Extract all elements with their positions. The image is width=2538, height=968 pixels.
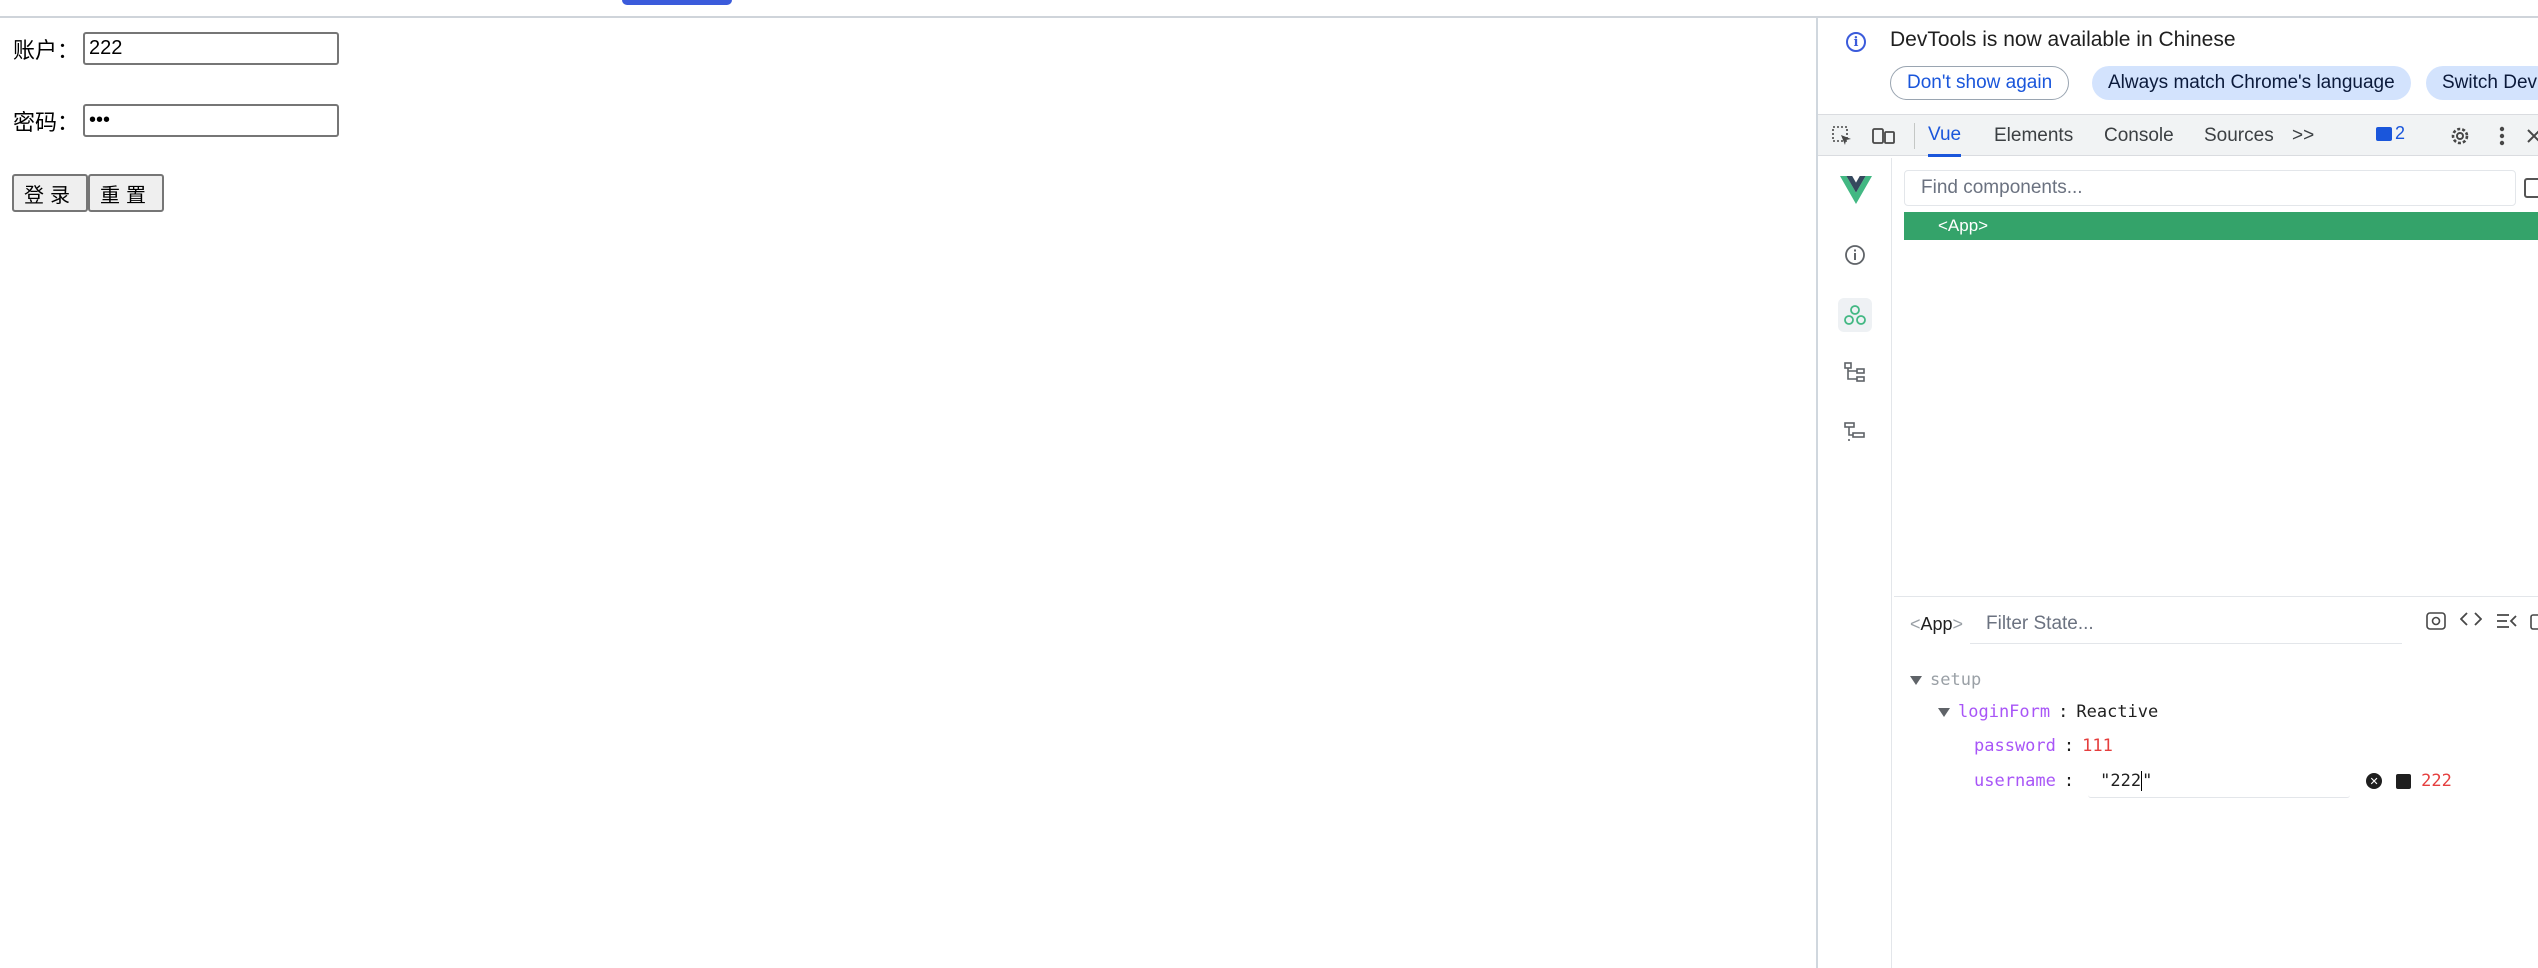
- tab-vue[interactable]: Vue: [1928, 115, 1962, 157]
- state-edit-input[interactable]: "222 ": [2088, 764, 2351, 798]
- state-edit-text: "222: [2100, 770, 2142, 791]
- app-info-icon[interactable]: [1838, 238, 1872, 272]
- selected-component-name: App: [1920, 614, 1953, 634]
- save-edit-icon[interactable]: [2396, 773, 2412, 789]
- state-edit-text-tail: ": [2142, 770, 2153, 791]
- username-row: 账户：: [13, 32, 340, 65]
- language-infobar: i DevTools is now available in Chinese D…: [1818, 18, 2538, 110]
- username-label: 账户：: [13, 38, 80, 64]
- show-source-icon[interactable]: [2459, 610, 2483, 633]
- reset-button[interactable]: 重置: [88, 174, 164, 212]
- info-icon: i: [1846, 32, 1866, 52]
- browser-top-strip: [0, 0, 2538, 18]
- password-row: 密码：: [13, 104, 340, 137]
- login-button[interactable]: 登录: [12, 174, 88, 212]
- devtools-tabbar: Vue Elements Console Sources >> 2: [1818, 114, 2538, 157]
- state-key: username: [1974, 771, 2056, 791]
- state-group-setup[interactable]: setup: [1910, 670, 1981, 690]
- state-value: 111: [2082, 736, 2113, 756]
- tab-console[interactable]: Console: [2104, 115, 2174, 157]
- expand-arrow-icon: [1910, 675, 1922, 685]
- collapse-all-icon[interactable]: [2496, 612, 2518, 635]
- always-match-language-button[interactable]: Always match Chrome's language: [2092, 66, 2411, 100]
- password-label: 密码：: [13, 110, 80, 136]
- device-toolbar-icon[interactable]: [1872, 125, 1896, 147]
- password-input[interactable]: [83, 104, 340, 137]
- state-group-label: setup: [1930, 670, 1982, 690]
- tabbar-separator: [1914, 123, 1915, 149]
- issues-count: 2: [2395, 123, 2406, 143]
- vue-logo-icon: [1840, 176, 1872, 204]
- filter-state-input[interactable]: Filter State...: [1970, 604, 2402, 644]
- component-tree-node-app[interactable]: <App>: [1904, 212, 2538, 240]
- state-colon: :: [2058, 702, 2069, 722]
- component-tree-icon[interactable]: [1838, 356, 1872, 390]
- form-buttons: 登录 重置: [12, 174, 164, 212]
- more-options-icon[interactable]: [2490, 125, 2514, 147]
- tab-elements[interactable]: Elements: [1994, 115, 2073, 157]
- page-viewport: 账户： 密码： 登录 重置: [0, 18, 1816, 968]
- cancel-edit-icon[interactable]: ✕: [2366, 773, 2383, 789]
- select-component-icon[interactable]: [2524, 178, 2538, 198]
- switch-devtools-language-button[interactable]: Switch Dev: [2426, 66, 2538, 100]
- open-in-editor-icon[interactable]: [2530, 612, 2538, 635]
- vue-devtools-sidebar: [1818, 158, 1892, 968]
- devtools-panel: i DevTools is now available in Chinese D…: [1816, 18, 2538, 968]
- vue-components-panel: Find components... <App> <App> Filter St…: [1894, 158, 2538, 968]
- selected-component-tag: <App>: [1910, 614, 1964, 634]
- state-inspector-header: <App> Filter State...: [1894, 598, 2538, 652]
- state-key: loginForm: [1958, 702, 2051, 722]
- issues-badge[interactable]: 2: [2376, 123, 2405, 144]
- more-tabs-icon[interactable]: >>: [2292, 115, 2314, 157]
- state-value-type: Reactive: [2076, 702, 2159, 722]
- active-tab-indicator: [622, 0, 732, 5]
- dont-show-again-button[interactable]: Don't show again: [1890, 66, 2070, 100]
- scroll-to-component-icon[interactable]: [2426, 612, 2446, 635]
- panel-divider: [1894, 596, 2538, 597]
- state-colon: :: [2063, 771, 2075, 791]
- state-value: 222: [2421, 771, 2452, 791]
- state-item-password[interactable]: password : 111: [1974, 736, 2113, 756]
- settings-gear-icon[interactable]: [2448, 125, 2472, 147]
- state-item-loginform[interactable]: loginForm : Reactive: [1938, 702, 2158, 722]
- message-icon: [2376, 126, 2392, 141]
- infobar-message: DevTools is now available in Chinese: [1890, 28, 2236, 51]
- timeline-icon[interactable]: [1838, 414, 1872, 448]
- username-input[interactable]: [83, 32, 340, 65]
- state-colon: :: [2063, 736, 2075, 756]
- close-icon[interactable]: [2522, 125, 2538, 147]
- expand-arrow-icon: [1938, 707, 1950, 717]
- find-components-input[interactable]: Find components...: [1904, 170, 2516, 206]
- inspect-element-icon[interactable]: [1830, 125, 1854, 147]
- components-icon[interactable]: [1838, 298, 1872, 332]
- state-key: password: [1974, 736, 2056, 756]
- tab-sources[interactable]: Sources: [2204, 115, 2274, 157]
- state-item-username[interactable]: username : "222 " ✕ 222: [1974, 764, 2452, 798]
